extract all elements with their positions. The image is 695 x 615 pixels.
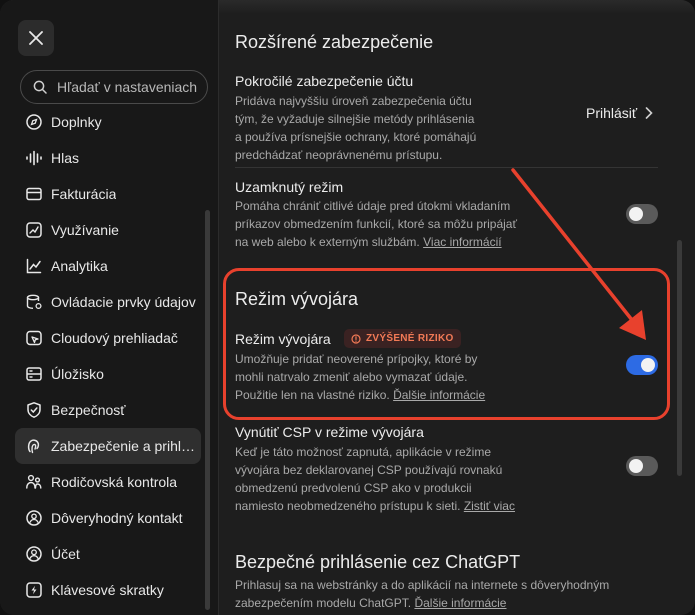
annotation-arrow-head (619, 310, 646, 340)
enforce-csp-learn-more-link[interactable]: Zistiť viac (464, 499, 515, 513)
close-icon (29, 31, 43, 45)
sidebar-item-account[interactable]: Účet (15, 536, 201, 572)
section-title-advanced-security: Rozšírené zabezpečenie (235, 32, 434, 52)
advanced-account-security-description: Pridáva najvyššiu úroveň zabezpečenia úč… (235, 92, 535, 164)
data-controls-icon (26, 294, 42, 310)
sidebar-item-keyboard-shortcuts[interactable]: Klávesové skratky (15, 572, 201, 608)
enforce-csp-title: Vynútiť CSP v režime vývojára (235, 424, 424, 440)
sidebar-item-analytics[interactable]: Analytika (15, 248, 201, 284)
locked-mode-title: Uzamknutý režim (235, 179, 344, 195)
sidebar-item-trusted-contact[interactable]: Dôveryhodný kontakt (15, 500, 201, 536)
sidebar-item-parental-controls[interactable]: Rodičovská kontrola (15, 464, 201, 500)
sidebar-item-label: Analytika (51, 258, 108, 274)
locked-mode-more-info-link[interactable]: Viac informácií (423, 235, 501, 249)
sidebar-item-label: Cloudový prehliadač (51, 330, 178, 346)
settings-sidebar: Doplnky Hlas Fakturácia V (0, 0, 219, 615)
description-text: na web alebo k externým službám. (235, 235, 420, 249)
credit-card-icon (26, 187, 42, 201)
description-text: namiesto neobmedzeného prístupu k sieti. (235, 499, 461, 513)
account-icon (26, 546, 42, 562)
secure-login-more-info-link[interactable]: Ďalšie informácie (414, 596, 506, 610)
description-line: zabezpečením modelu ChatGPT. Ďalšie info… (235, 594, 665, 612)
description-line: a používa prísnejšie ochrany, ktoré pomá… (235, 130, 477, 144)
voice-icon (26, 150, 42, 166)
annotation-arrow-shaft (511, 168, 634, 322)
family-icon (26, 474, 42, 489)
section-title-secure-login: Bezpečné prihlásenie cez ChatGPT (235, 552, 521, 572)
sidebar-item-label: Fakturácia (51, 186, 117, 202)
chevron-right-icon (645, 107, 653, 119)
sidebar-item-label: Dôveryhodný kontakt (51, 510, 183, 526)
sidebar-item-billing[interactable]: Fakturácia (15, 176, 201, 212)
annotation-arrow (511, 168, 646, 340)
enforce-csp-description: Keď je táto možnosť zapnutá, aplikácie v… (235, 443, 535, 515)
sidebar-item-label: Rodičovská kontrola (51, 474, 178, 490)
storage-icon (26, 367, 42, 381)
keyboard-icon (26, 582, 42, 598)
sidebar-item-storage[interactable]: Úložisko (15, 356, 201, 392)
search-icon (33, 80, 47, 94)
sidebar-item-label: Využívanie (51, 222, 119, 238)
sidebar-item-plugins[interactable]: Doplnky (15, 104, 201, 140)
sidebar-nav: Doplnky Hlas Fakturácia Využívanie Analy… (15, 104, 201, 608)
lock-face-icon (27, 439, 40, 454)
usage-icon (26, 222, 42, 238)
toggle-knob (629, 459, 643, 473)
sidebar-item-label: Ovládacie prvky údajov (51, 294, 196, 310)
enforce-csp-toggle[interactable] (626, 456, 658, 476)
description-line: Pridáva najvyššiu úroveň zabezpečenia úč… (235, 94, 472, 108)
search-input[interactable] (57, 79, 207, 95)
advanced-account-security-title: Pokročilé zabezpečenie účtu (235, 73, 414, 89)
settings-window: Doplnky Hlas Fakturácia V (0, 0, 695, 615)
sidebar-item-label: Hlas (51, 150, 80, 166)
description-line: namiesto neobmedzeného prístupu k sieti.… (235, 497, 535, 515)
trusted-contact-icon (26, 510, 42, 526)
sidebar-item-label: Klávesové skratky (51, 582, 164, 598)
advanced-security-signin-link[interactable]: Prihlásiť (586, 105, 653, 121)
description-text: zabezpečením modelu ChatGPT. (235, 596, 412, 610)
close-button[interactable] (18, 20, 54, 56)
shield-icon (27, 402, 41, 418)
description-line: tým, že vyžaduje silnejšie metódy prihlá… (235, 112, 475, 126)
sidebar-item-voice[interactable]: Hlas (15, 140, 201, 176)
sidebar-item-label: Bezpečnosť (51, 402, 126, 418)
sidebar-item-data-controls[interactable]: Ovládacie prvky údajov (15, 284, 201, 320)
sidebar-item-cloud-browser[interactable]: Cloudový prehliadač (15, 320, 201, 356)
signin-label: Prihlásiť (586, 105, 638, 121)
sidebar-item-label: Zabezpečenie a prihlásenie (51, 438, 201, 454)
description-line: Prihlasuj sa na webstránky a do aplikáci… (235, 578, 610, 592)
sidebar-item-label: Doplnky (51, 114, 102, 130)
sidebar-item-security-and-login[interactable]: Zabezpečenie a prihlásenie (15, 428, 201, 464)
description-line: predchádzať neoprávnenému prístupu. (235, 148, 443, 162)
cloud-browser-icon (26, 330, 42, 346)
settings-search[interactable] (20, 70, 208, 104)
settings-content: Rozšírené zabezpečenie Pokročilé zabezpe… (220, 0, 695, 615)
description-line: obmedzenú predvolenú CSP ako v produkcii (235, 481, 472, 495)
sidebar-item-security[interactable]: Bezpečnosť (15, 392, 201, 428)
secure-login-description: Prihlasuj sa na webstránky a do aplikáci… (235, 576, 665, 612)
analytics-icon (26, 258, 42, 274)
sidebar-scrollbar[interactable] (205, 210, 210, 610)
description-line: Keď je táto možnosť zapnutá, aplikácie v… (235, 445, 492, 459)
sidebar-item-label: Účet (51, 546, 80, 562)
sidebar-item-label: Úložisko (51, 366, 104, 382)
description-line: vývojára bez deklarovanej CSP používajú … (235, 463, 503, 477)
globe-icon (26, 114, 42, 130)
sidebar-item-usage[interactable]: Využívanie (15, 212, 201, 248)
